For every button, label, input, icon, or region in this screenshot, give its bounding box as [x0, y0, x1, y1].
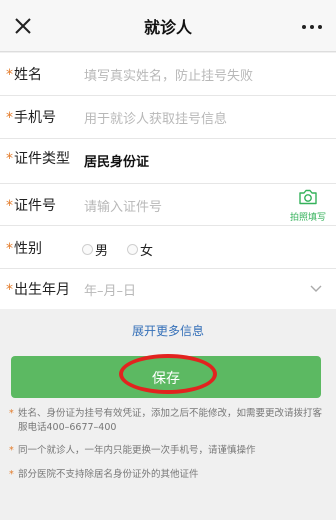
expand-more-info-link[interactable]: 展开更多信息 — [0, 322, 336, 339]
gender-male-radio[interactable]: 男 — [82, 240, 108, 259]
name-row[interactable]: *姓名 填写真实姓名，防止挂号失败 — [0, 53, 336, 96]
name-label: *姓名 — [6, 67, 42, 83]
note-item: * 同一个就诊人，一年内只能更换一次手机号，请谨慎操作 — [9, 445, 256, 456]
chevron-down-icon — [310, 285, 322, 292]
photo-fill-label: 拍照填写 — [289, 213, 326, 223]
radio-circle-icon — [82, 244, 93, 255]
gender-label: *性别 — [6, 241, 42, 257]
id-type-row[interactable]: *证件类型 居民身份证 — [0, 139, 336, 184]
page-title: 就诊人 — [143, 18, 192, 37]
more-icon[interactable] — [302, 25, 322, 29]
notes-list: * 姓名、身份证为挂号有效凭证，添加之后不能修改，如需要更改请拨打客服电话400–… — [9, 407, 327, 491]
birth-row[interactable]: *出生年月 年–月–日 — [0, 269, 336, 309]
id-number-label: *证件号 — [6, 198, 56, 214]
patient-form: *姓名 填写真实姓名，防止挂号失败 *手机号 用于就诊人获取挂号信息 *证件类型… — [0, 53, 336, 309]
nav-bar: 就诊人 — [0, 0, 336, 52]
note-item: * 姓名、身份证为挂号有效凭证，添加之后不能修改，如需要更改请拨打客服电话400–… — [9, 408, 323, 433]
birth-input[interactable]: 年–月–日 — [84, 280, 136, 299]
id-number-input[interactable]: 请输入证件号 — [84, 196, 162, 215]
id-number-row[interactable]: *证件号 请输入证件号 拍照填写 — [0, 184, 336, 226]
id-type-label: *证件类型 — [6, 151, 70, 167]
id-type-value[interactable]: 居民身份证 — [84, 151, 149, 170]
phone-label: *手机号 — [6, 110, 56, 126]
save-button[interactable]: 保存 — [11, 354, 321, 398]
note-item: * 部分医院不支持除居名身份证外的其他证件 — [9, 469, 199, 480]
highlight-circle-annotation — [119, 354, 217, 394]
camera-icon — [299, 189, 317, 205]
gender-female-radio[interactable]: 女 — [127, 240, 153, 259]
phone-row[interactable]: *手机号 用于就诊人获取挂号信息 — [0, 96, 336, 139]
birth-label: *出生年月 — [6, 282, 70, 298]
gender-row: *性别 男 女 — [0, 226, 336, 269]
phone-input[interactable]: 用于就诊人获取挂号信息 — [84, 108, 227, 127]
photo-fill-button[interactable]: 拍照填写 — [288, 189, 328, 223]
radio-circle-icon — [127, 244, 138, 255]
name-input[interactable]: 填写真实姓名，防止挂号失败 — [84, 65, 253, 84]
